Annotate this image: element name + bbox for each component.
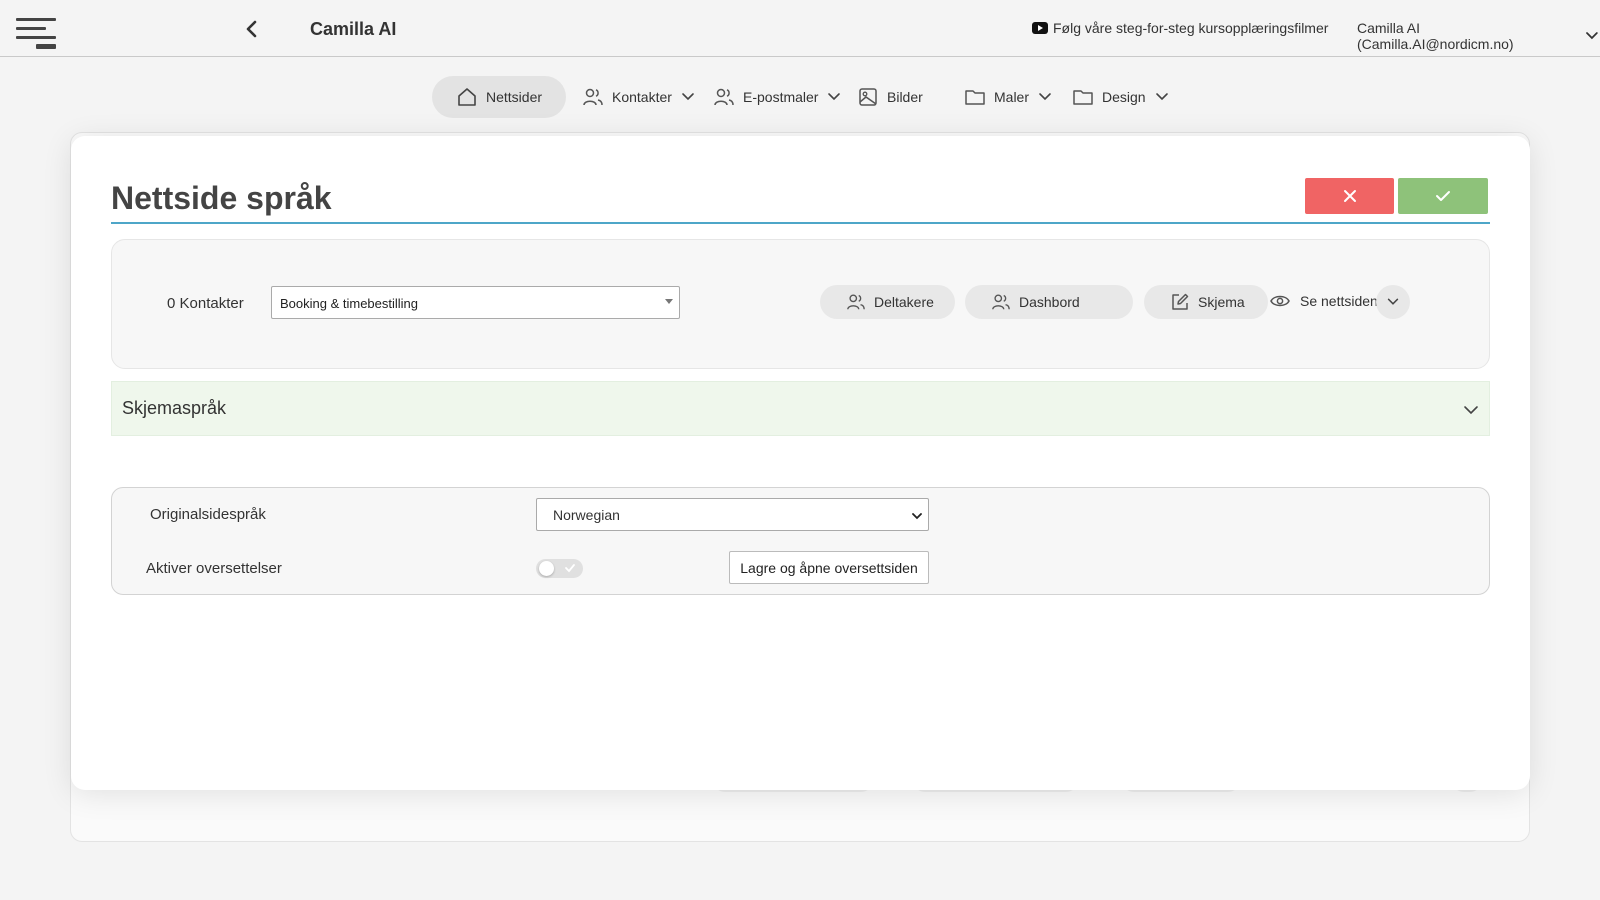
participants-button[interactable]: Deltakere	[820, 285, 955, 319]
nav-item-label: Kontakter	[612, 89, 672, 105]
chevron-down-icon	[1586, 32, 1598, 40]
check-icon	[1436, 191, 1450, 201]
accordion-title: Skjemaspråk	[122, 398, 227, 418]
confirm-button[interactable]	[1398, 178, 1488, 214]
more-options-button[interactable]	[1376, 285, 1410, 319]
nav-item-kontakter[interactable]: Kontakter	[582, 76, 696, 118]
nav-item-epostmaler[interactable]: E-postmaler	[713, 76, 842, 118]
nav-item-nettsider[interactable]: Nettsider	[432, 76, 567, 118]
form-button[interactable]: Skjema	[1144, 285, 1268, 319]
save-open-translation-button[interactable]: Lagre og åpne oversettsiden	[729, 551, 929, 584]
chevron-down-icon	[1039, 93, 1051, 101]
top-bar: Camilla AI Følg våre steg-for-steg kurso…	[0, 0, 1600, 57]
enable-translations-label: Aktiver oversettelser	[146, 560, 282, 577]
edit-icon	[1172, 293, 1189, 310]
users-icon	[583, 88, 603, 106]
folder-icon	[1073, 90, 1093, 105]
home-icon	[458, 88, 476, 106]
main-nav: Nettsider Kontakter E-postmaler Bilder M…	[0, 76, 1600, 118]
nav-item-label: Bilder	[887, 89, 923, 105]
original-language-value: Norwegian	[553, 507, 620, 523]
back-arrow-icon[interactable]	[242, 18, 262, 40]
users-icon	[992, 294, 1010, 310]
close-icon	[1343, 190, 1356, 202]
view-site-label: Se nettsiden	[1300, 293, 1378, 309]
enable-translations-toggle[interactable]	[536, 559, 583, 578]
tutorial-link-label: Følg våre steg-for-steg kursopplæringsfi…	[1053, 20, 1329, 36]
chevron-down-icon	[1387, 298, 1399, 305]
site-select[interactable]: Booking & timebestilling	[271, 286, 680, 319]
language-settings-panel: Originalsidespråk Norwegian Aktiver over…	[111, 487, 1490, 595]
modal-title: Nettside språk	[111, 180, 332, 216]
nav-item-label: Nettsider	[486, 89, 543, 105]
image-icon	[859, 88, 877, 106]
chevron-down-icon	[912, 513, 922, 520]
form-label: Skjema	[1198, 294, 1245, 310]
title-underline	[111, 222, 1490, 224]
nav-item-label: Maler	[994, 89, 1030, 105]
participants-label: Deltakere	[874, 294, 934, 310]
language-modal: Nettside språk 0 Kontakter Booking & tim…	[71, 136, 1530, 790]
nav-item-bilder[interactable]: Bilder	[857, 76, 923, 118]
chevron-down-icon	[682, 93, 694, 101]
users-icon	[714, 88, 734, 106]
caret-down-icon	[665, 299, 673, 304]
app-title: Camilla AI	[310, 19, 397, 39]
users-icon	[847, 294, 865, 310]
chevron-down-icon	[1464, 406, 1478, 415]
nav-item-design[interactable]: Design	[1072, 76, 1170, 118]
nav-item-label: Design	[1102, 89, 1146, 105]
folder-icon	[965, 90, 985, 105]
cancel-button[interactable]	[1305, 178, 1394, 214]
site-select-value: Booking & timebestilling	[280, 296, 419, 311]
youtube-icon	[1032, 22, 1048, 34]
original-language-label: Originalsidespråk	[150, 506, 266, 523]
original-language-select[interactable]: Norwegian	[536, 498, 929, 531]
view-site-link[interactable]: Se nettsiden	[1270, 293, 1378, 309]
dashboard-button[interactable]: Dashbord	[965, 285, 1133, 319]
form-language-accordion[interactable]: Skjemaspråk	[111, 381, 1490, 436]
check-icon	[565, 564, 575, 573]
nav-item-label: E-postmaler	[743, 89, 819, 105]
chevron-down-icon	[828, 93, 841, 101]
user-menu-label: Camilla AI (Camilla.AI@nordicm.no)	[1357, 20, 1514, 52]
chevron-down-icon	[1155, 93, 1168, 101]
toggle-knob	[539, 561, 554, 576]
user-menu[interactable]: Camilla AI (Camilla.AI@nordicm.no)	[1357, 20, 1600, 52]
site-toolbar-panel: 0 Kontakter Booking & timebestilling Del…	[111, 239, 1490, 369]
contacts-count: 0 Kontakter	[167, 295, 244, 312]
dashboard-label: Dashbord	[1019, 294, 1080, 310]
eye-icon	[1270, 295, 1290, 307]
hamburger-menu-icon[interactable]	[16, 16, 58, 54]
tutorial-videos-link[interactable]: Følg våre steg-for-steg kursopplæringsfi…	[1032, 20, 1328, 36]
nav-item-maler[interactable]: Maler	[964, 76, 1053, 118]
